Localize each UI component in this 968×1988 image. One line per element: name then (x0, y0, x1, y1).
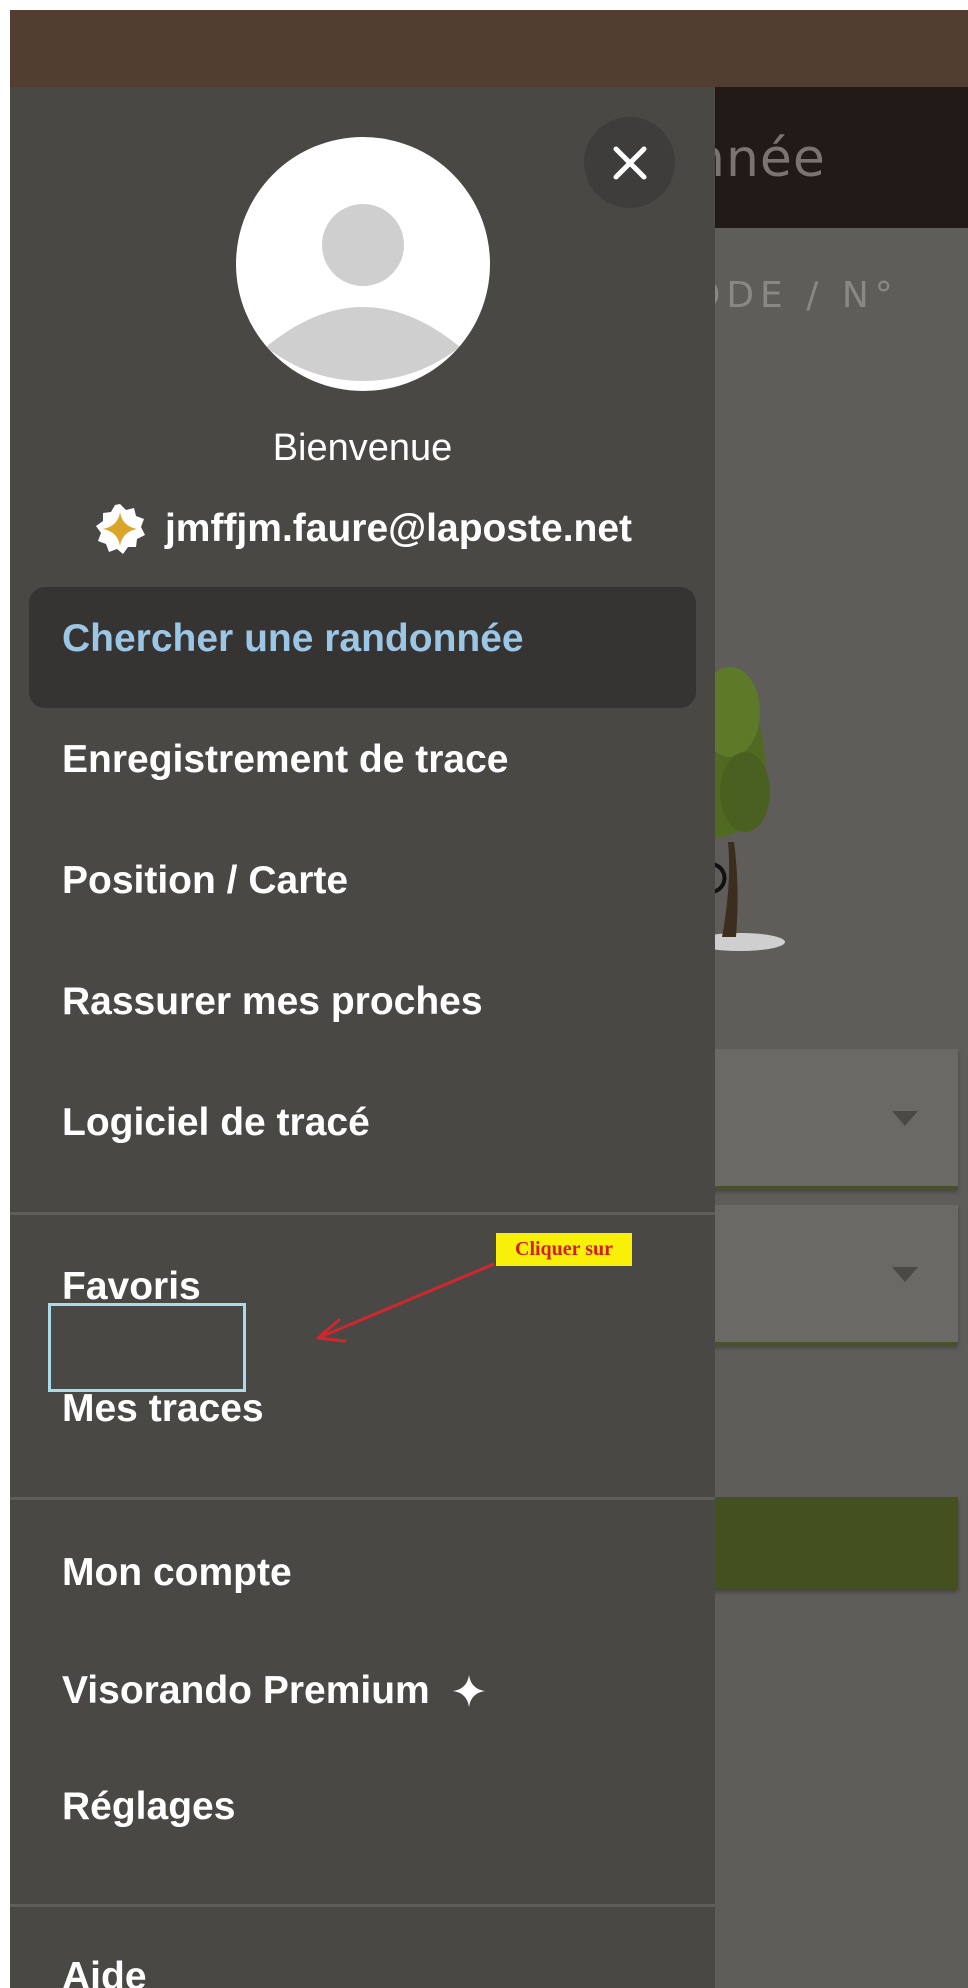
status-bar (10, 10, 968, 87)
tree-illustration (700, 667, 785, 951)
search-submit-button[interactable] (700, 1497, 958, 1589)
divider (10, 1212, 715, 1215)
menu-item-position-map[interactable]: Position / Carte (62, 859, 348, 903)
chevron-down-icon (892, 1111, 918, 1126)
screen: nnée ODE / N° Bienvenue jmffjm.faure@lap… (10, 10, 968, 1988)
divider (10, 1904, 715, 1907)
annotation-label: Cliquer sur (496, 1233, 632, 1266)
menu-item-my-account[interactable]: Mon compte (62, 1551, 292, 1595)
menu-item-route-software[interactable]: Logiciel de tracé (62, 1101, 370, 1145)
welcome-text: Bienvenue (272, 427, 453, 469)
menu-item-search-hike[interactable]: Chercher une randonnée (62, 617, 524, 661)
default-avatar-icon (236, 137, 490, 391)
menu-item-visorando-premium[interactable]: Visorando Premium (62, 1669, 486, 1713)
user-info: jmffjm.faure@laposte.net (10, 502, 715, 556)
menu-item-reassure-relatives[interactable]: Rassurer mes proches (62, 980, 483, 1024)
menu-item-help[interactable]: Aide (62, 1955, 147, 1988)
search-code-label: ODE / N° (692, 275, 899, 316)
close-icon (613, 146, 646, 179)
menu-item-visorando-premium-label: Visorando Premium (62, 1669, 430, 1712)
select-field-2[interactable] (700, 1205, 958, 1345)
close-button[interactable] (584, 117, 675, 208)
menu-item-my-tracks[interactable]: Mes traces (62, 1387, 264, 1431)
divider (10, 1497, 715, 1500)
sparkle-icon (452, 1675, 485, 1707)
menu-item-record-track[interactable]: Enregistrement de trace (62, 738, 509, 782)
premium-sparkle-icon (95, 504, 145, 554)
chevron-down-icon (892, 1267, 918, 1282)
menu-item-settings[interactable]: Réglages (62, 1785, 235, 1829)
select-field-1[interactable] (700, 1049, 958, 1189)
navigation-drawer: Bienvenue jmffjm.faure@laposte.net Cherc… (10, 87, 715, 1988)
user-email: jmffjm.faure@laposte.net (164, 507, 633, 550)
annotation-highlight-box (48, 1303, 246, 1392)
